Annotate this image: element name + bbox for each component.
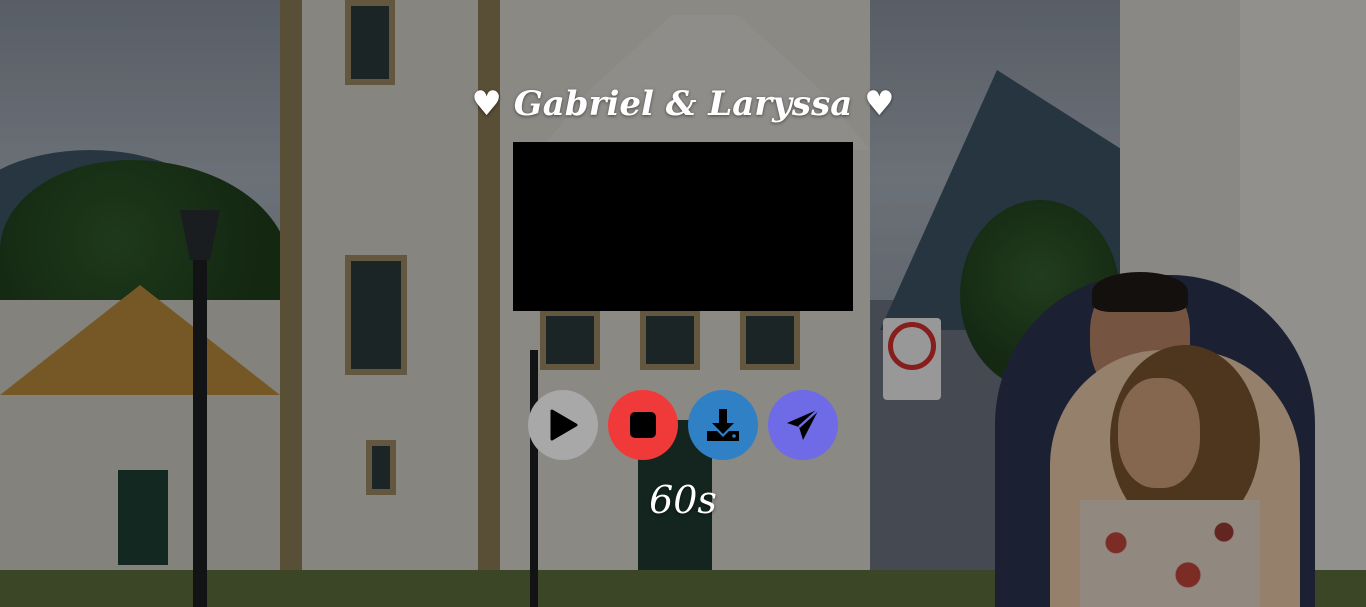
stop-icon [630,412,656,438]
video-player[interactable] [513,142,853,311]
countdown-timer: 60s [649,478,717,522]
page-title: ♥ Gabriel & Laryssa ♥ [471,84,895,124]
download-button[interactable] [688,390,758,460]
download-icon [707,409,739,441]
control-bar [528,390,838,460]
send-button[interactable] [768,390,838,460]
send-icon [787,408,820,440]
main-content: ♥ Gabriel & Laryssa ♥ 60s [0,0,1366,607]
stop-button[interactable] [608,390,678,460]
play-icon [550,409,578,441]
play-button[interactable] [528,390,598,460]
